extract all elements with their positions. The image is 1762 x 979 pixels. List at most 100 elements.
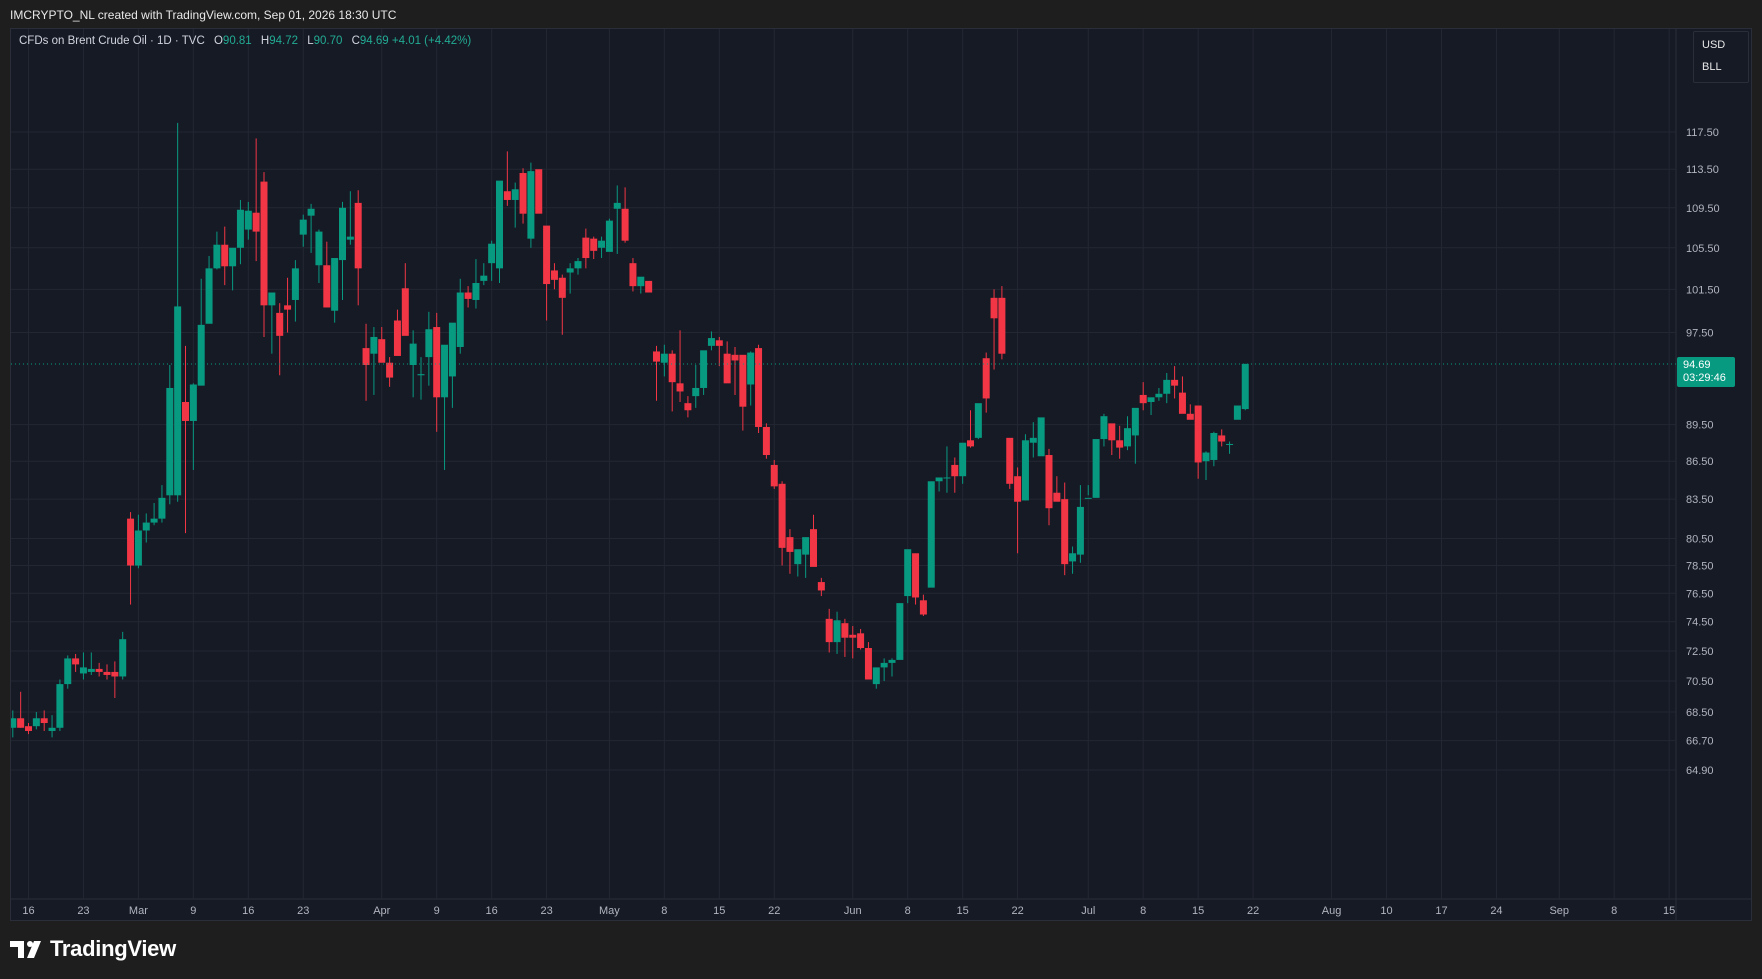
candle-body [291, 268, 299, 300]
candle [1021, 434, 1029, 501]
candle [1124, 416, 1131, 451]
candle-body [472, 282, 480, 300]
candle-body [810, 529, 817, 567]
candle [354, 190, 362, 306]
candle-body [166, 387, 174, 496]
candle-body [1131, 407, 1139, 436]
candle-body [236, 209, 244, 248]
time-axis[interactable]: 16 23 Mar 9 16 23 Apr 9 16 23 May 8 15 22 Jun 8 15 22 Jul 8… [22, 905, 1675, 917]
candle-body [1186, 413, 1194, 420]
candle [417, 357, 425, 400]
currency-label[interactable]: USD [1694, 39, 1748, 51]
candle [511, 182, 519, 228]
candle-body [1006, 437, 1014, 484]
high-value: 94.72 [269, 35, 298, 47]
candle-body [841, 623, 849, 638]
candle [480, 263, 488, 286]
candle [1155, 387, 1163, 401]
time-tick-label: 23 [297, 905, 309, 917]
candle-body [503, 191, 511, 200]
candle-body [346, 236, 354, 240]
candle-body [762, 426, 770, 456]
grid [11, 29, 1751, 920]
candle [291, 260, 299, 322]
time-tick-label: 8 [1140, 905, 1146, 917]
brand-footer[interactable]: TradingView [10, 934, 176, 964]
candle [1233, 405, 1241, 420]
time-tick-label: 24 [1490, 905, 1502, 917]
close-label: C [351, 35, 360, 47]
price-tick-label: 117.50 [1686, 127, 1719, 139]
candle [1171, 366, 1179, 399]
candle-body [1226, 443, 1234, 445]
candle-body [182, 401, 189, 421]
candle-body [339, 207, 346, 261]
candle-body [221, 244, 229, 267]
candle [849, 626, 857, 659]
candle-body [158, 497, 166, 519]
candle-body [299, 219, 307, 235]
candle-body [621, 208, 629, 241]
tradingview-logo-icon [10, 941, 41, 958]
candle-body [425, 329, 433, 358]
candle-body [1116, 440, 1124, 448]
candle [1076, 485, 1084, 563]
bar-countdown: 03:29:46 [1683, 371, 1726, 384]
candle [755, 344, 763, 434]
candle [558, 274, 566, 335]
candle-body [1241, 363, 1249, 410]
candle-body [802, 537, 810, 555]
candle-body [872, 667, 880, 685]
candle-body [284, 305, 292, 310]
candle-body [684, 403, 692, 411]
unit-label[interactable]: BLL [1694, 61, 1748, 73]
candle [998, 286, 1006, 360]
candle-body [142, 522, 150, 531]
candle [331, 258, 339, 323]
candlestick-chart[interactable]: 117.50 113.50 109.50 105.50 101.50 97.50 89.50… [11, 29, 1751, 920]
price-tick-label: 68.50 [1686, 707, 1714, 719]
candle-body [127, 518, 135, 566]
time-tick-label: Sep [1549, 905, 1569, 917]
candle-body [1139, 394, 1147, 404]
price-axis[interactable]: 117.50 113.50 109.50 105.50 101.50 97.50 89.50… [1686, 127, 1720, 777]
candle-body [229, 247, 237, 267]
candle-body [79, 667, 87, 674]
candle-body [56, 684, 64, 728]
unit-selector[interactable]: USD BLL [1693, 31, 1749, 83]
candle-body [409, 343, 417, 365]
attribution-bar: IMCRYPTO_NL created with TradingView.com… [0, 0, 1762, 28]
chart-pane[interactable]: 117.50 113.50 109.50 105.50 101.50 97.50 89.50… [10, 28, 1752, 921]
candle [1186, 404, 1194, 420]
candle-body [386, 362, 394, 378]
candle-body [912, 553, 920, 598]
candle [448, 322, 456, 408]
candle-body [943, 477, 951, 479]
candle [794, 549, 802, 577]
candle-body [354, 202, 362, 269]
candle [550, 263, 558, 290]
candle-body [739, 354, 747, 407]
candle-body [370, 336, 378, 354]
candle-body [174, 306, 182, 496]
candle [810, 514, 817, 567]
time-tick-label: 9 [434, 905, 440, 917]
candle-body [527, 171, 535, 239]
candle [943, 446, 951, 493]
candle [637, 276, 645, 294]
candle [543, 225, 551, 321]
candle-body [880, 662, 888, 668]
candle [896, 603, 904, 660]
candle [935, 477, 943, 492]
time-tick-label: 17 [1435, 905, 1447, 917]
price-tick-label: 83.50 [1686, 494, 1714, 506]
candle-body [629, 263, 637, 287]
candle-body [189, 384, 197, 421]
candle-body [1045, 455, 1053, 509]
candle-body [1171, 379, 1179, 386]
candle [189, 383, 197, 470]
candle-body [1233, 405, 1241, 420]
candle-body [72, 658, 80, 665]
candle-body [1218, 435, 1226, 442]
candle [951, 457, 959, 493]
